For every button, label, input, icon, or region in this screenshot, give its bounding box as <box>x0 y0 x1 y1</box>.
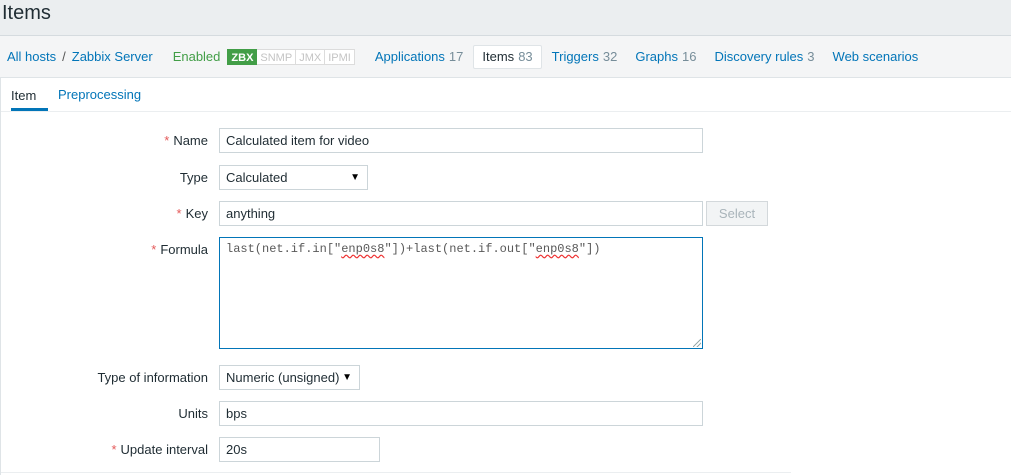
page-title: Items <box>2 2 51 24</box>
host-navigation: All hosts / Zabbix Server Enabled ZBX SN… <box>0 36 1011 78</box>
resize-handle-icon[interactable] <box>693 339 701 347</box>
tab-web-scenarios[interactable]: Web scenarios <box>825 46 931 68</box>
form-divider <box>1 472 791 473</box>
tab-items[interactable]: Items 83 <box>473 44 542 69</box>
name-field[interactable]: Calculated item for video <box>219 128 703 153</box>
tab-preprocessing[interactable]: Preprocessing <box>58 78 141 111</box>
key-label: * Key <box>176 206 208 221</box>
type-of-information-selected-value: Numeric (unsigned) <box>226 370 340 385</box>
breadcrumb-all-hosts[interactable]: All hosts <box>7 49 56 64</box>
tab-discovery-rules[interactable]: Discovery rules 3 <box>706 46 822 68</box>
breadcrumb-separator: / <box>62 49 66 64</box>
availability-zbx: ZBX <box>227 48 258 65</box>
type-selected-value: Calculated <box>226 170 288 185</box>
units-field[interactable]: bps <box>219 401 703 426</box>
tab-item[interactable]: Item <box>11 78 48 111</box>
key-field[interactable]: anything <box>219 201 703 226</box>
type-of-information-select[interactable]: Numeric (unsigned) ▼ <box>219 365 360 390</box>
key-select-button[interactable]: Select <box>706 201 768 226</box>
availability-ipmi: IPMI <box>325 48 355 65</box>
breadcrumb-host[interactable]: Zabbix Server <box>72 49 153 64</box>
dropdown-arrow-icon: ▼ <box>350 172 360 183</box>
update-interval-field[interactable]: 20s <box>219 437 380 462</box>
type-label: Type <box>179 170 208 185</box>
units-label: Units <box>178 406 208 421</box>
availability-snmp: SNMP <box>257 48 297 65</box>
type-select[interactable]: Calculated ▼ <box>219 165 368 190</box>
form-tabs: Item Preprocessing <box>1 78 1011 112</box>
availability-indicators: ZBX SNMP JMX IPMI <box>227 48 355 65</box>
host-status[interactable]: Enabled <box>173 49 221 64</box>
tab-triggers[interactable]: Triggers 32 <box>544 46 626 68</box>
name-label: * Name <box>164 133 208 148</box>
dropdown-arrow-icon: ▼ <box>342 372 352 383</box>
type-of-information-label: Type of information <box>97 370 208 385</box>
item-form-panel: Item Preprocessing * Name Calculated item… <box>0 78 1011 475</box>
tab-applications[interactable]: Applications 17 <box>367 46 472 68</box>
tab-graphs[interactable]: Graphs 16 <box>627 46 704 68</box>
availability-jmx: JMX <box>296 48 326 65</box>
formula-label: * Formula <box>151 242 208 257</box>
formula-textarea[interactable]: last(net.if.in["enp0s8"])+last(net.if.ou… <box>219 237 703 349</box>
update-interval-label: * Update interval <box>111 442 208 457</box>
